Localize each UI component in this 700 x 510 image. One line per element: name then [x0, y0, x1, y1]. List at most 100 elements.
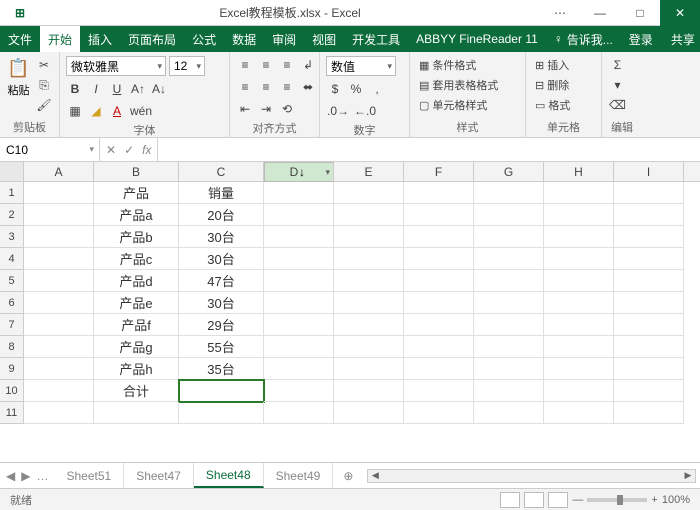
enter-formula-icon[interactable]: ✓	[124, 143, 134, 157]
cell-A11[interactable]	[24, 402, 94, 424]
cell-I7[interactable]	[614, 314, 684, 336]
new-sheet-button[interactable]: ⊕	[333, 463, 363, 488]
tab-insert[interactable]: 插入	[80, 26, 120, 52]
cell-I4[interactable]	[614, 248, 684, 270]
cell-E11[interactable]	[334, 402, 404, 424]
cell-D4[interactable]	[264, 248, 334, 270]
cell-E2[interactable]	[334, 204, 404, 226]
close-button[interactable]: ✕	[660, 0, 700, 26]
minimize-button[interactable]: —	[580, 0, 620, 26]
cell-H4[interactable]	[544, 248, 614, 270]
tab-page-layout[interactable]: 页面布局	[120, 26, 184, 52]
cell-D6[interactable]	[264, 292, 334, 314]
cell-G3[interactable]	[474, 226, 544, 248]
cell-F2[interactable]	[404, 204, 474, 226]
cell-A6[interactable]	[24, 292, 94, 314]
row-header-10[interactable]: 10	[0, 380, 24, 402]
cell-G11[interactable]	[474, 402, 544, 424]
cell-I10[interactable]	[614, 380, 684, 402]
tab-developer[interactable]: 开发工具	[344, 26, 408, 52]
phonetic-button[interactable]: wén	[129, 102, 153, 120]
decrease-indent-button[interactable]: ⇤	[236, 100, 254, 118]
italic-button[interactable]: I	[87, 80, 105, 98]
cell-E1[interactable]	[334, 182, 404, 204]
cell-F7[interactable]	[404, 314, 474, 336]
cell-E7[interactable]	[334, 314, 404, 336]
cell-C4[interactable]: 30台	[179, 248, 264, 270]
col-header-H[interactable]: H	[544, 162, 614, 181]
cell-A1[interactable]	[24, 182, 94, 204]
cell-C11[interactable]	[179, 402, 264, 424]
cell-A8[interactable]	[24, 336, 94, 358]
percent-button[interactable]: %	[347, 80, 365, 98]
share-button[interactable]: 共享	[661, 26, 700, 52]
align-middle-button[interactable]: ≡	[257, 56, 275, 74]
cell-H7[interactable]	[544, 314, 614, 336]
cell-D10[interactable]	[264, 380, 334, 402]
merge-center-button[interactable]: ⬌	[299, 78, 317, 96]
cell-I8[interactable]	[614, 336, 684, 358]
cell-C2[interactable]: 20台	[179, 204, 264, 226]
scroll-left-icon[interactable]: ◀	[368, 470, 382, 482]
align-right-button[interactable]: ≡	[278, 78, 296, 96]
cell-E10[interactable]	[334, 380, 404, 402]
tell-me[interactable]: ♀告诉我...	[546, 26, 621, 52]
cell-F5[interactable]	[404, 270, 474, 292]
cell-H2[interactable]	[544, 204, 614, 226]
cell-G5[interactable]	[474, 270, 544, 292]
cell-E8[interactable]	[334, 336, 404, 358]
cell-A9[interactable]	[24, 358, 94, 380]
cell-D11[interactable]	[264, 402, 334, 424]
row-header-7[interactable]: 7	[0, 314, 24, 336]
row-header-1[interactable]: 1	[0, 182, 24, 204]
cell-G1[interactable]	[474, 182, 544, 204]
cell-C1[interactable]: 销量	[179, 182, 264, 204]
cell-B7[interactable]: 产品f	[94, 314, 179, 336]
cell-I9[interactable]	[614, 358, 684, 380]
scroll-right-icon[interactable]: ▶	[681, 470, 695, 482]
decrease-font-button[interactable]: A↓	[150, 80, 168, 98]
col-header-I[interactable]: I	[614, 162, 684, 181]
cell-D7[interactable]	[264, 314, 334, 336]
cell-B5[interactable]: 产品d	[94, 270, 179, 292]
row-header-6[interactable]: 6	[0, 292, 24, 314]
cell-B10[interactable]: 合计	[94, 380, 179, 402]
align-center-button[interactable]: ≡	[257, 78, 275, 96]
fill-color-button[interactable]: ◢	[87, 102, 105, 120]
cell-H5[interactable]	[544, 270, 614, 292]
cell-E6[interactable]	[334, 292, 404, 314]
cell-A10[interactable]	[24, 380, 94, 402]
cell-I6[interactable]	[614, 292, 684, 314]
row-header-2[interactable]: 2	[0, 204, 24, 226]
border-button[interactable]: ▦	[66, 102, 84, 120]
cell-E4[interactable]	[334, 248, 404, 270]
cell-G2[interactable]	[474, 204, 544, 226]
fx-icon[interactable]: fx	[142, 143, 151, 157]
cell-A2[interactable]	[24, 204, 94, 226]
cell-A3[interactable]	[24, 226, 94, 248]
tab-file[interactable]: 文件	[0, 26, 40, 52]
cell-B2[interactable]: 产品a	[94, 204, 179, 226]
select-all-corner[interactable]	[0, 162, 24, 181]
cell-H9[interactable]	[544, 358, 614, 380]
sheet-nav-more[interactable]: …	[36, 469, 48, 483]
cell-D3[interactable]	[264, 226, 334, 248]
cancel-formula-icon[interactable]: ✕	[106, 143, 116, 157]
cell-G7[interactable]	[474, 314, 544, 336]
cell-H3[interactable]	[544, 226, 614, 248]
cell-H10[interactable]	[544, 380, 614, 402]
col-header-F[interactable]: F	[404, 162, 474, 181]
login-link[interactable]: 登录	[621, 26, 661, 52]
cell-A5[interactable]	[24, 270, 94, 292]
decrease-decimal-button[interactable]: ←.0	[353, 102, 377, 120]
cell-H1[interactable]	[544, 182, 614, 204]
comma-button[interactable]: ,	[368, 80, 386, 98]
cell-F4[interactable]	[404, 248, 474, 270]
increase-font-button[interactable]: A↑	[129, 80, 147, 98]
cell-E9[interactable]	[334, 358, 404, 380]
sheet-tab-47[interactable]: Sheet47	[124, 463, 194, 488]
format-as-table-button[interactable]: ▤套用表格格式	[416, 76, 516, 94]
cell-F3[interactable]	[404, 226, 474, 248]
col-header-A[interactable]: A	[24, 162, 94, 181]
cell-D9[interactable]	[264, 358, 334, 380]
